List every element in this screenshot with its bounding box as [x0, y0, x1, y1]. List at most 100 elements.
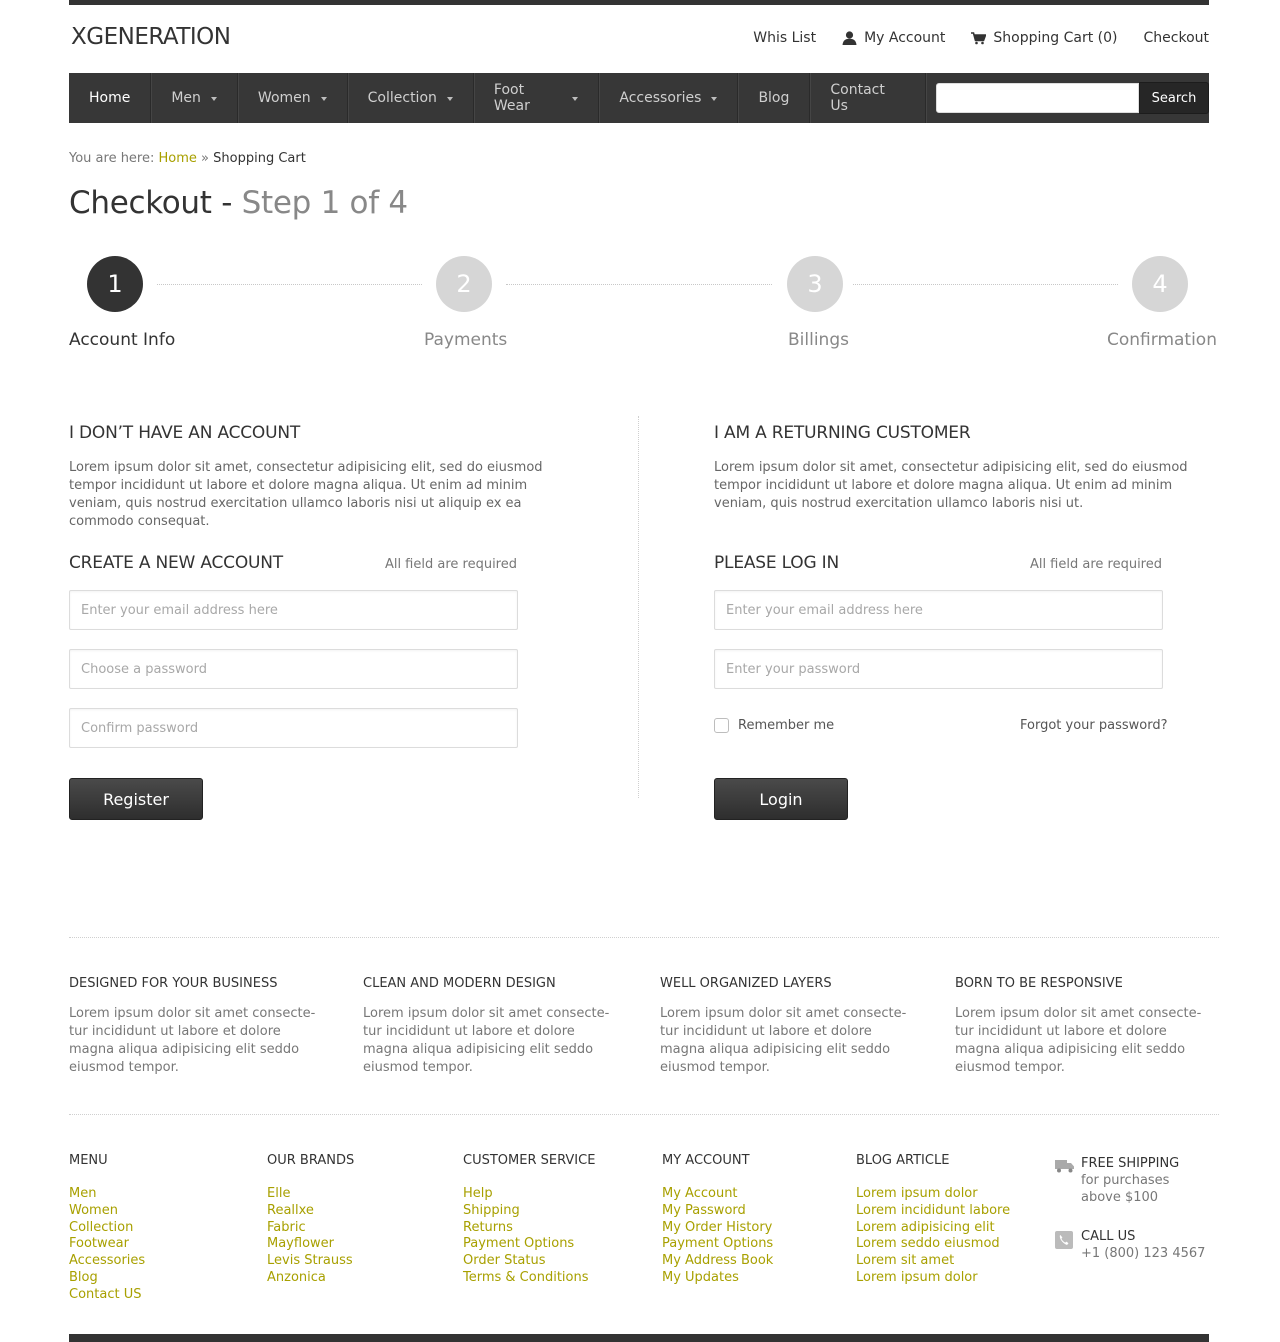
feature-title: WELL ORGANIZED LAYERS — [660, 976, 832, 991]
footer-link[interactable]: Lorem adipisicing elit — [856, 1220, 1010, 1237]
nav-women[interactable]: Women — [238, 73, 348, 123]
shopping-cart-link[interactable]: Shopping Cart (0) — [971, 30, 1118, 46]
wishlist-link[interactable]: Whis List — [753, 30, 816, 46]
footer-column-title: BLOG ARTICLE — [856, 1153, 950, 1168]
footer-link[interactable]: Men — [69, 1186, 145, 1203]
checkout-link[interactable]: Checkout — [1144, 30, 1210, 46]
footer-link[interactable]: Lorem sit amet — [856, 1253, 1010, 1270]
caret-down-icon — [320, 97, 327, 101]
breadcrumb-home-link[interactable]: Home — [159, 151, 197, 166]
nav-blog[interactable]: Blog — [738, 73, 811, 123]
caret-down-icon — [210, 97, 217, 101]
call-us-phone: +1 (800) 123 4567 — [1081, 1246, 1206, 1261]
my-account-label: My Account — [864, 30, 946, 46]
feature-text: Lorem ipsum dolor sit amet consecte-tur … — [363, 1006, 610, 1075]
nav-collection[interactable]: Collection — [348, 73, 474, 123]
footer-link[interactable]: Levis Strauss — [267, 1253, 354, 1270]
register-email-field[interactable] — [69, 590, 518, 630]
phone-icon — [1055, 1231, 1073, 1249]
step-3-circle[interactable]: 3 — [787, 256, 843, 312]
footer-link[interactable]: Footwear — [69, 1236, 145, 1253]
footer-link[interactable]: Anzonica — [267, 1270, 354, 1287]
footer-link[interactable]: Elle — [267, 1186, 354, 1203]
footer-link[interactable]: Terms & Conditions — [463, 1270, 595, 1287]
feature-item: BORN TO BE RESPONSIVE Lorem ipsum dolor … — [955, 976, 1215, 1077]
footer-link[interactable]: My Password — [662, 1203, 773, 1220]
footer-link[interactable]: Lorem seddo eiusmod — [856, 1236, 1010, 1253]
nav-footwear[interactable]: Foot Wear — [474, 73, 600, 123]
step-4-label: Confirmation — [1107, 330, 1217, 350]
title-dash: - — [221, 185, 233, 221]
footer-link[interactable]: Payment Options — [662, 1236, 773, 1253]
footer-link[interactable]: Lorem incididunt labore — [856, 1203, 1010, 1220]
feature-title: DESIGNED FOR YOUR BUSINESS — [69, 976, 278, 991]
footer-link[interactable]: Contact US — [69, 1287, 145, 1304]
caret-down-icon — [446, 97, 453, 101]
footer-column-title: MENU — [69, 1153, 108, 1168]
nav-men[interactable]: Men — [151, 73, 238, 123]
register-confirm-password-field[interactable] — [69, 708, 518, 748]
register-form-header: CREATE A NEW ACCOUNT All field are requi… — [69, 553, 517, 573]
footer-link[interactable]: Accessories — [69, 1253, 145, 1270]
user-icon — [842, 31, 857, 45]
free-shipping-line: for purchases — [1081, 1173, 1170, 1188]
footer-column-title: MY ACCOUNT — [662, 1153, 750, 1168]
nav-accessories[interactable]: Accessories — [599, 73, 739, 123]
footer-link[interactable]: Help — [463, 1186, 595, 1203]
feature-text: Lorem ipsum dolor sit amet consecte-tur … — [660, 1006, 907, 1075]
footer-customer-service-column: CUSTOMER SERVICE Help Shipping Returns P… — [463, 1153, 595, 1287]
forgot-password-link[interactable]: Forgot your password? — [1020, 718, 1168, 733]
step-1-label: Account Info — [69, 330, 176, 350]
step-connector — [157, 284, 422, 285]
login-button[interactable]: Login — [714, 778, 848, 820]
nav-label: Contact Us — [830, 82, 885, 114]
shopping-cart-label: Shopping Cart (0) — [993, 30, 1118, 46]
caret-down-icon — [572, 97, 579, 101]
top-border — [69, 0, 1209, 5]
site-logo[interactable]: XGENERATION — [71, 24, 231, 50]
footer-link[interactable]: Collection — [69, 1220, 145, 1237]
column-divider — [638, 416, 639, 798]
register-password-field[interactable] — [69, 649, 518, 689]
nav-label: Collection — [367, 90, 437, 106]
remember-me[interactable]: Remember me — [714, 718, 834, 733]
step-2-label: Payments — [424, 330, 508, 350]
main-navbar: Home Men Women Collection Foot Wear Acce… — [69, 73, 1209, 123]
breadcrumb-separator: » — [201, 151, 210, 166]
footer-link[interactable]: Payment Options — [463, 1236, 595, 1253]
truck-icon — [1055, 1160, 1074, 1173]
footer-link[interactable]: Blog — [69, 1270, 145, 1287]
footer-link[interactable]: My Address Book — [662, 1253, 773, 1270]
new-account-heading: I DON’T HAVE AN ACCOUNT — [69, 423, 301, 443]
nav-home[interactable]: Home — [69, 73, 152, 123]
step-4-circle[interactable]: 4 — [1132, 256, 1188, 312]
step-1-circle[interactable]: 1 — [87, 256, 143, 312]
page-title: Checkout - Step 1 of 4 — [69, 185, 408, 221]
remember-me-checkbox[interactable] — [714, 718, 729, 733]
required-note: All field are required — [1029, 557, 1162, 572]
footer-link[interactable]: My Updates — [662, 1270, 773, 1287]
footer-brands-column: OUR BRANDS Elle Reallxe Fabric Mayflower… — [267, 1153, 354, 1287]
nav-contact[interactable]: Contact Us — [810, 73, 926, 123]
search-input[interactable] — [936, 83, 1139, 113]
nav-label: Blog — [758, 90, 790, 106]
register-button[interactable]: Register — [69, 778, 203, 820]
login-email-field[interactable] — [714, 590, 1163, 630]
search-button[interactable]: Search — [1139, 82, 1209, 114]
footer-link[interactable]: Mayflower — [267, 1236, 354, 1253]
footer-link[interactable]: Women — [69, 1203, 145, 1220]
footer-link[interactable]: Returns — [463, 1220, 595, 1237]
feature-title: CLEAN AND MODERN DESIGN — [363, 976, 556, 991]
footer-link[interactable]: Order Status — [463, 1253, 595, 1270]
step-2-circle[interactable]: 2 — [436, 256, 492, 312]
footer-link[interactable]: My Account — [662, 1186, 773, 1203]
footer-link[interactable]: Lorem ipsum dolor — [856, 1186, 1010, 1203]
my-account-link[interactable]: My Account — [842, 30, 945, 46]
footer-link[interactable]: Reallxe — [267, 1203, 354, 1220]
footer-link[interactable]: Shipping — [463, 1203, 595, 1220]
login-password-field[interactable] — [714, 649, 1163, 689]
footer-link[interactable]: Fabric — [267, 1220, 354, 1237]
footer-link[interactable]: My Order History — [662, 1220, 773, 1237]
footer-blog-column: BLOG ARTICLE Lorem ipsum dolor Lorem inc… — [856, 1153, 1010, 1287]
footer-link[interactable]: Lorem ipsum dolor — [856, 1270, 1010, 1287]
